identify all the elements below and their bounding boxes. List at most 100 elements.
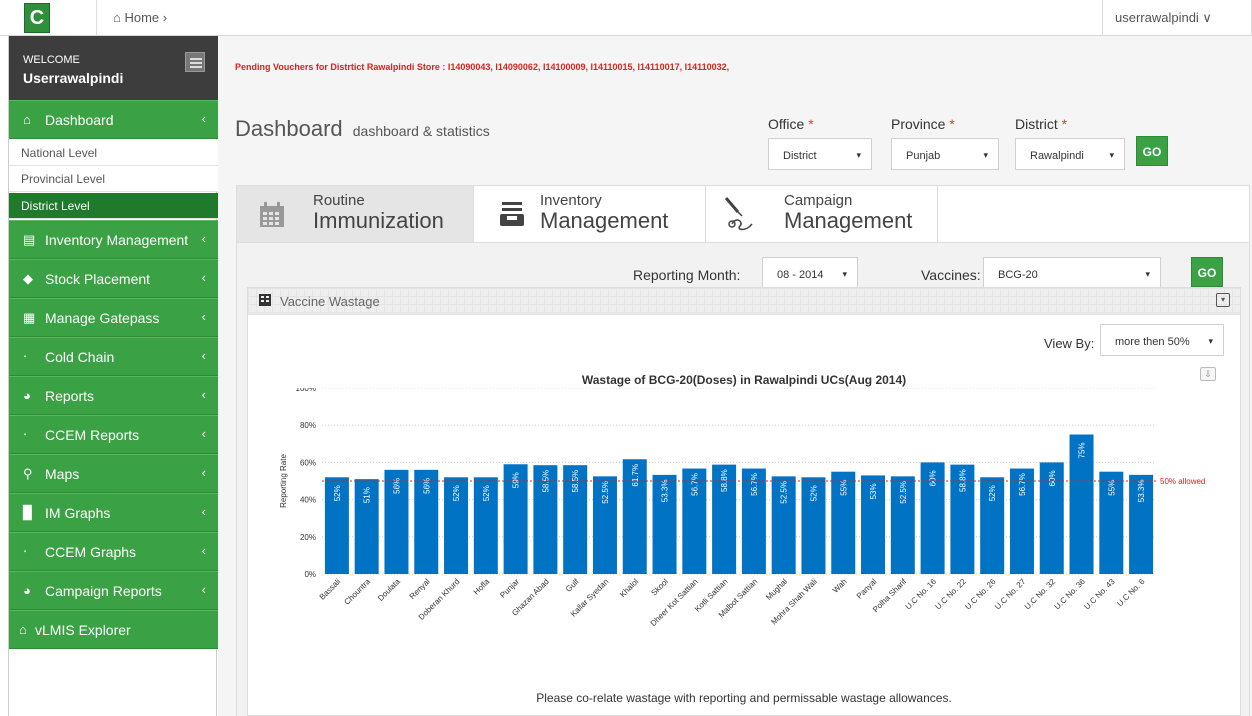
sidebar-item-gatepass[interactable]: ▦ Manage Gatepass ‹: [9, 298, 218, 337]
id-card-icon: ▦: [23, 310, 36, 325]
welcome-panel: WELCOME Userrawalpindi: [9, 36, 218, 100]
reporting-month-value: 08 - 2014: [777, 269, 824, 281]
sidebar-item-dashboard[interactable]: ⌂ Dashboard ‹: [9, 100, 218, 139]
pie-chart-icon: ◕: [23, 583, 31, 598]
bar-value-label: 55%: [1107, 480, 1116, 496]
district-select-value: Rawalpindi: [1030, 150, 1084, 162]
bar-value-label: 60%: [929, 470, 938, 486]
chevron-left-icon: ‹: [201, 309, 206, 324]
sidebar-item-label: Manage Gatepass: [45, 310, 160, 326]
sidebar-item-maps[interactable]: ⚲ Maps ‹: [9, 454, 218, 493]
vaccines-select[interactable]: BCG-20 ▾: [983, 257, 1161, 289]
chevron-left-icon: ‹: [201, 231, 206, 246]
chevron-left-icon: ‹: [201, 426, 206, 441]
sidebar-item-cold-chain[interactable]: ‧ Cold Chain ‹: [9, 337, 218, 376]
x-tick-label: Chountra: [342, 577, 372, 607]
go-button[interactable]: GO: [1136, 136, 1168, 166]
sidebar-item-label: IM Graphs: [45, 505, 111, 521]
tab-routine-immunization[interactable]: Routine Immunization: [237, 186, 474, 242]
x-tick-label: Hofla: [472, 577, 492, 597]
go-button-vaccines[interactable]: GO: [1191, 257, 1223, 287]
user-menu[interactable]: userrawalpindi ∨: [1102, 0, 1252, 36]
view-by-select[interactable]: more then 50% ▾: [1100, 324, 1224, 356]
calendar-icon: [260, 202, 284, 227]
sidebar-item-label: vLMIS Explorer: [35, 622, 131, 638]
chevron-down-icon: ▾: [983, 150, 988, 160]
page-title-text: Dashboard: [235, 116, 343, 141]
menu-toggle-icon[interactable]: [185, 52, 205, 72]
tab-campaign-management[interactable]: Campaign Management: [706, 186, 938, 242]
bar-value-label: 52.5%: [780, 481, 789, 504]
pie-chart-icon: ◕: [23, 388, 31, 403]
x-tick-label: Gulf: [564, 577, 581, 594]
inbox-icon: ▤: [23, 232, 36, 247]
district-label-text: District: [1015, 116, 1058, 132]
required-mark: *: [1061, 116, 1068, 132]
username: Userrawalpindi: [23, 70, 124, 86]
sidebar-sub-provincial[interactable]: Provincial Level: [9, 166, 218, 192]
reporting-month-select[interactable]: 08 - 2014 ▾: [762, 257, 858, 289]
table-icon: [259, 294, 271, 306]
sidebar-item-ccem-reports[interactable]: ‧ CCEM Reports ‹: [9, 415, 218, 454]
sidebar-item-campaign-reports[interactable]: ◕ Campaign Reports ‹: [9, 571, 218, 610]
sidebar-item-im-graphs[interactable]: ▉ IM Graphs ‹: [9, 493, 218, 532]
chevron-left-icon: ‹: [201, 465, 206, 480]
inbox-icon: [500, 202, 524, 226]
sidebar-item-ccem-graphs[interactable]: ‧ CCEM Graphs ‹: [9, 532, 218, 571]
bar-value-label: 61.7%: [631, 464, 640, 487]
y-tick-label: 60%: [300, 458, 316, 467]
sidebar-sub-national[interactable]: National Level: [9, 140, 218, 166]
bar-value-label: 53.3%: [661, 480, 670, 503]
tab-content: Reporting Month: 08 - 2014 ▾ Vaccines: B…: [236, 243, 1250, 716]
sidebar-item-stock-placement[interactable]: ◆ Stock Placement ‹: [9, 259, 218, 298]
main-content: Pending Vouchers for Distrtict Rawalpind…: [218, 36, 1252, 716]
breadcrumb-home-label: Home: [124, 10, 160, 25]
province-label: Province *: [891, 116, 955, 132]
thermometer-icon: ‧: [23, 349, 28, 364]
chart-title: Wastage of BCG-20(Doses) in Rawalpindi U…: [581, 373, 907, 387]
tab-line1: Inventory: [540, 192, 602, 209]
x-tick-label: U.C No. 16: [904, 577, 939, 612]
bar-value-label: 53.3%: [1137, 480, 1146, 503]
sidebar-sub-district[interactable]: District Level: [9, 193, 218, 219]
sidebar-item-inventory[interactable]: ▤ Inventory Management ‹: [9, 220, 218, 259]
breadcrumb: ⌂ Home ›: [96, 0, 1252, 36]
bar-value-label: 51%: [363, 487, 372, 503]
view-by-value: more then 50%: [1115, 336, 1190, 348]
province-select[interactable]: Punjab ▾: [891, 138, 999, 170]
y-tick-label: 20%: [300, 533, 316, 542]
sidebar-item-reports[interactable]: ◕ Reports ‹: [9, 376, 218, 415]
x-tick-label: U.C No. 6: [1115, 577, 1147, 609]
sidebar-item-label: Campaign Reports: [45, 583, 162, 599]
office-select-value: District: [783, 150, 817, 162]
required-mark: *: [949, 116, 955, 132]
tab-line2: Management: [540, 208, 669, 233]
vaccines-value: BCG-20: [998, 269, 1038, 281]
district-select[interactable]: Rawalpindi ▾: [1015, 138, 1125, 170]
thermometer-icon: ‧: [23, 427, 28, 442]
module-tabs: Routine Immunization Inventory Managemen…: [236, 185, 1250, 243]
page-title: Dashboard dashboard & statistics: [235, 116, 490, 142]
sidebar-item-vlmis-explorer[interactable]: ⌂ vLMIS Explorer: [9, 610, 218, 649]
x-tick-label: U.C No. 22: [933, 577, 968, 612]
y-axis-label: Reporting Rate: [279, 454, 288, 508]
sidebar-item-label: CCEM Reports: [45, 427, 140, 443]
bar-value-label: 56%: [392, 478, 401, 494]
chevron-left-icon: ‹: [201, 387, 206, 402]
breadcrumb-home[interactable]: ⌂ Home ›: [113, 10, 167, 25]
y-tick-label: 0%: [304, 570, 316, 579]
collapse-icon[interactable]: ▾: [1216, 293, 1230, 307]
office-label-text: Office: [768, 116, 805, 132]
cube-icon: ◆: [23, 271, 33, 286]
tab-inventory-management[interactable]: Inventory Management: [474, 186, 706, 242]
bar-value-label: 56.7%: [1018, 473, 1027, 496]
sidebar-item-label: Dashboard: [45, 112, 114, 128]
chevron-left-icon: ‹: [201, 270, 206, 285]
office-select[interactable]: District ▾: [768, 138, 872, 170]
province-label-text: Province: [891, 116, 946, 132]
sidebar: WELCOME Userrawalpindi ⌂ Dashboard ‹ Nat…: [8, 36, 218, 716]
x-tick-label: Panyal: [855, 577, 879, 601]
app-logo[interactable]: C: [24, 3, 50, 33]
chevron-down-icon: ▾: [842, 269, 847, 279]
x-tick-label: U.C No. 27: [993, 577, 1028, 612]
